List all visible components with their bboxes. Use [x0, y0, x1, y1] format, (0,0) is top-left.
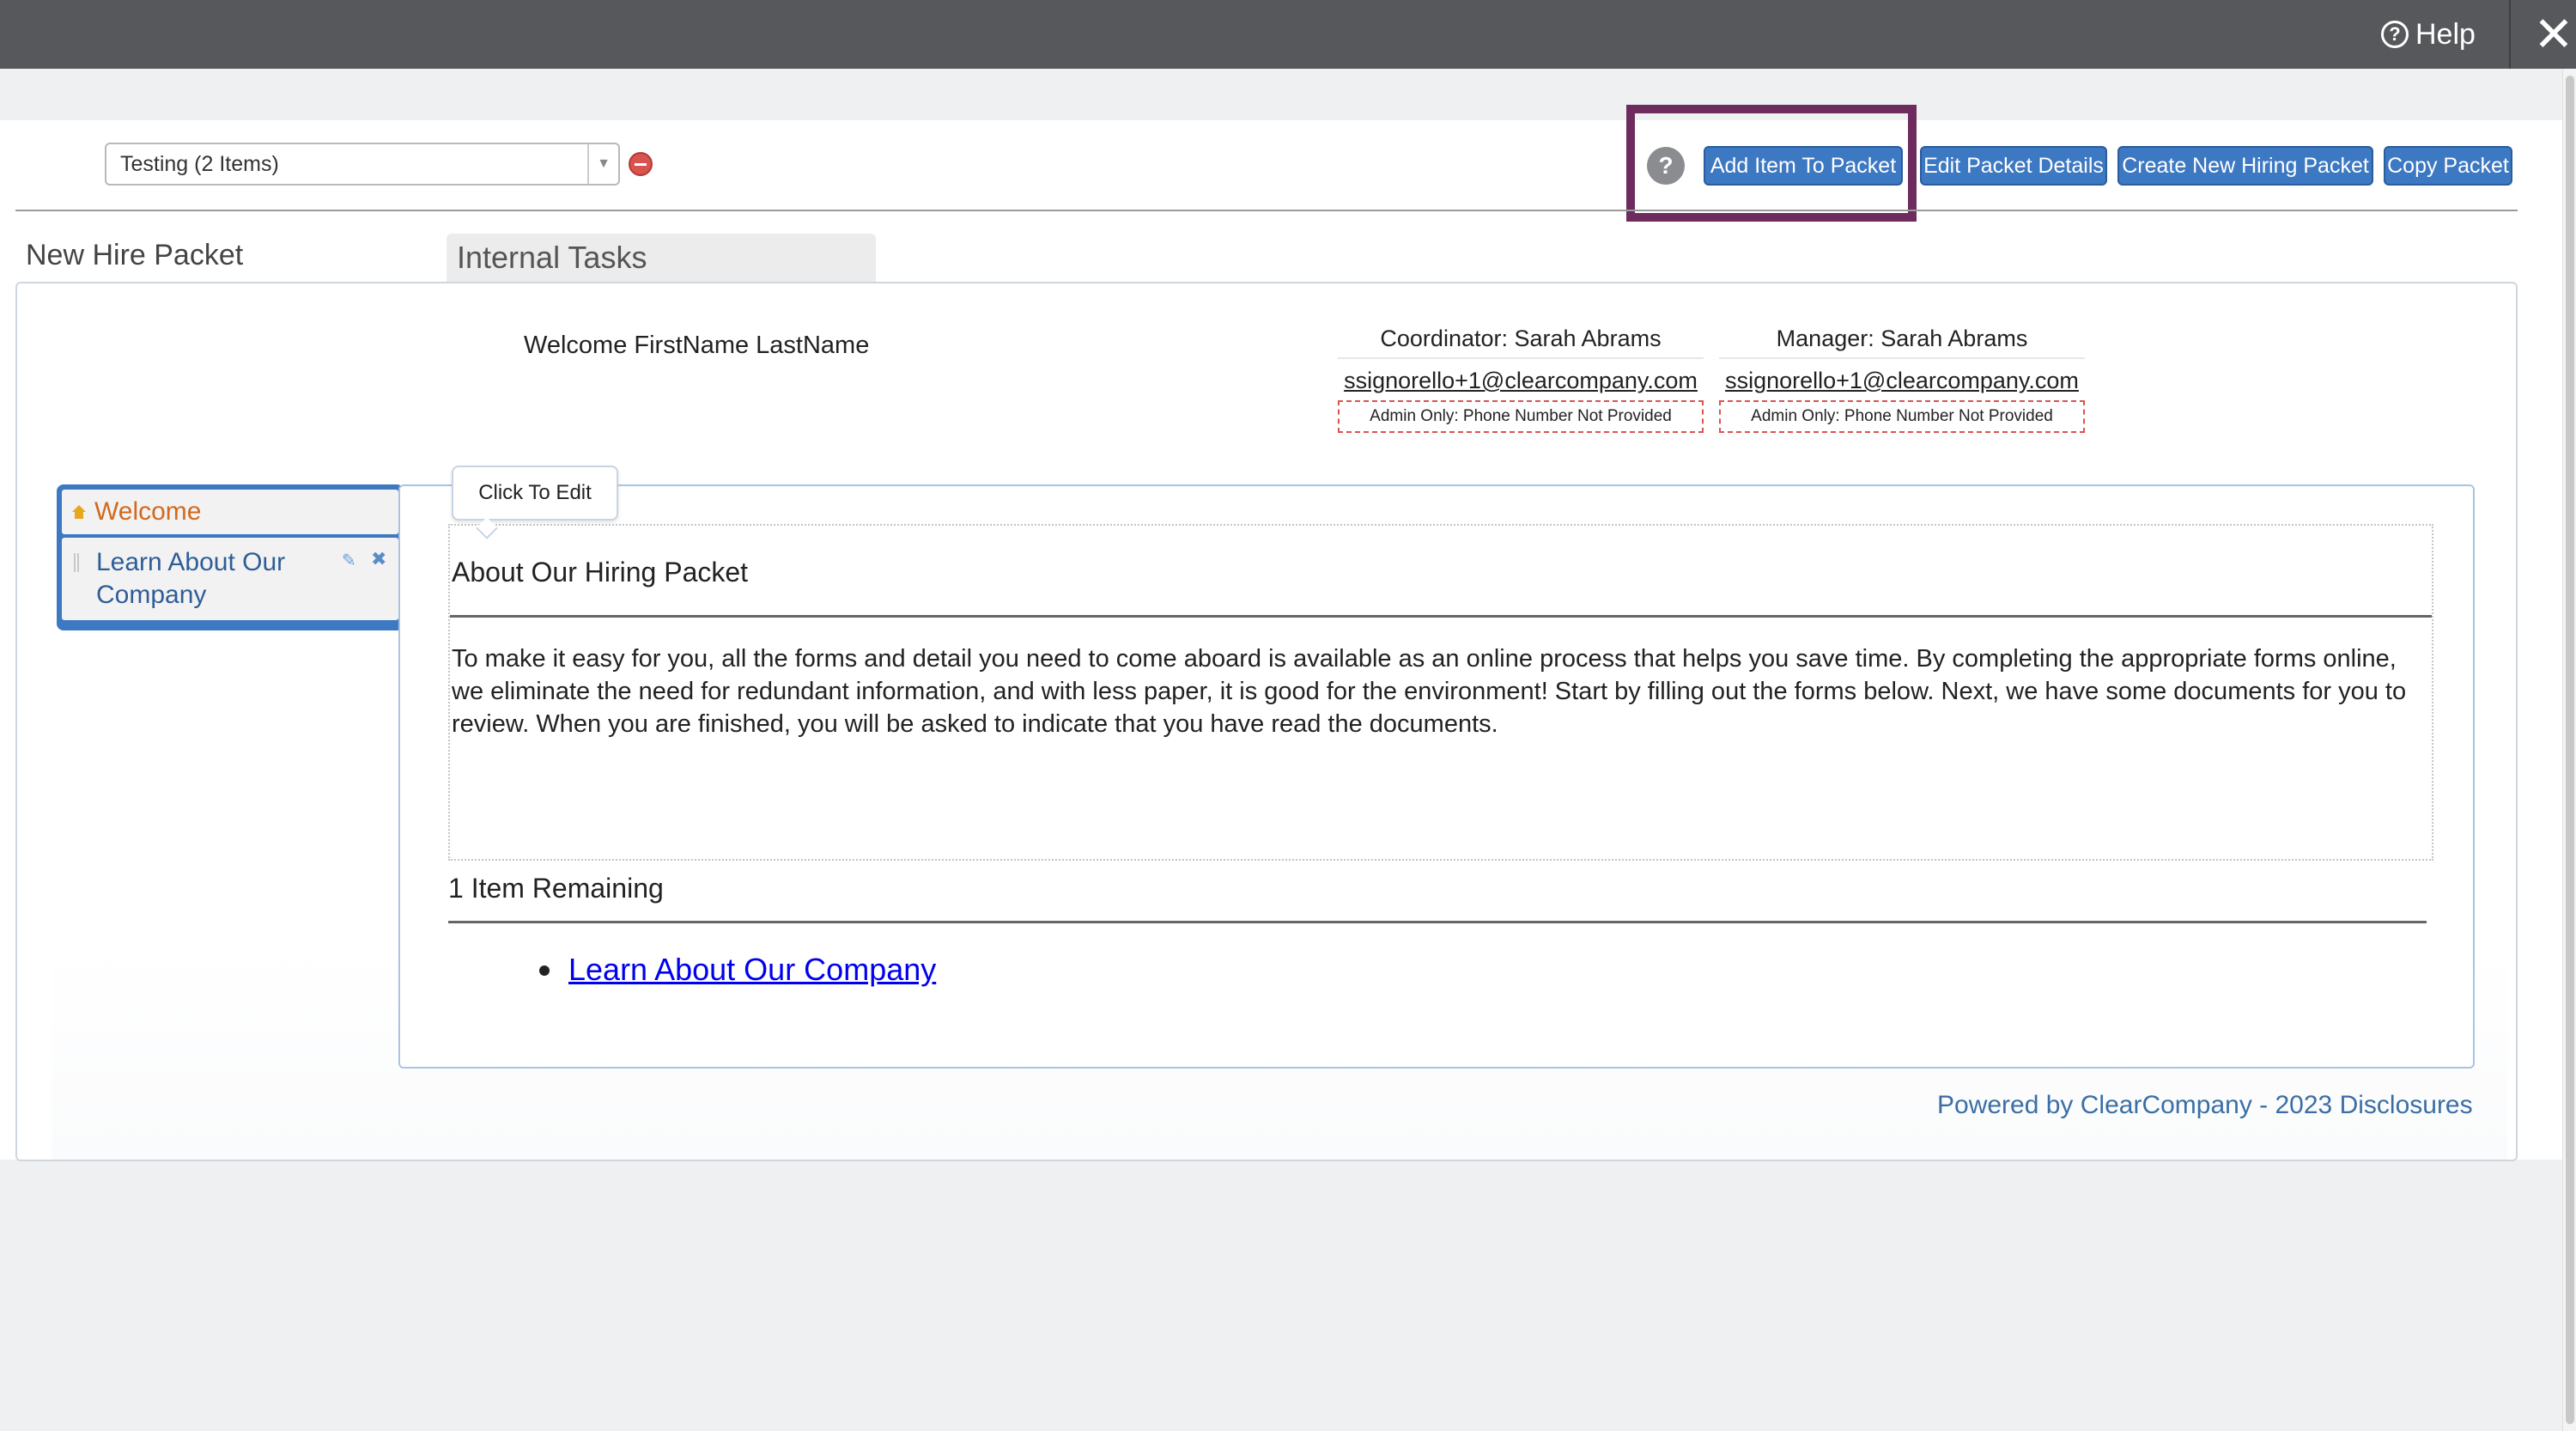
- pencil-icon[interactable]: ✎: [342, 550, 361, 570]
- help-label: Help: [2415, 17, 2476, 51]
- close-icon[interactable]: ✕: [2528, 9, 2576, 60]
- sidebar-item-welcome[interactable]: Welcome: [62, 490, 398, 534]
- list-bullet: [539, 965, 550, 976]
- create-new-hiring-packet-button[interactable]: Create New Hiring Packet: [2117, 146, 2373, 186]
- remaining-item-link[interactable]: Learn About Our Company: [568, 952, 936, 988]
- tab-internal-tasks[interactable]: Internal Tasks: [447, 234, 876, 282]
- topbar-divider: [2509, 0, 2511, 69]
- click-to-edit-tooltip[interactable]: Click To Edit: [452, 466, 618, 521]
- remaining-rule: [448, 921, 2427, 923]
- chevron-down-icon[interactable]: ▼: [587, 144, 618, 184]
- remove-packet-icon[interactable]: [629, 152, 653, 176]
- sidebar-item-label: Learn About Our Company: [96, 548, 286, 609]
- content-body: To make it easy for you, all the forms a…: [452, 645, 2407, 738]
- home-icon: [72, 505, 86, 519]
- drag-handle-icon[interactable]: [74, 553, 79, 572]
- page-scrollbar[interactable]: [2562, 69, 2576, 1431]
- tab-new-hire-packet[interactable]: New Hire Packet: [26, 239, 243, 272]
- title-rule: [450, 615, 2432, 618]
- x-icon[interactable]: ✖: [371, 548, 390, 569]
- packet-sidebar: Welcome Learn About Our Company ✎ ✖: [57, 484, 404, 630]
- coordinator-contact: Coordinator: Sarah Abrams ssignorello+1@…: [1338, 323, 1704, 433]
- packet-select-value: Testing (2 Items): [120, 152, 279, 176]
- top-bar: ? Help ✕: [0, 0, 2576, 69]
- coordinator-phone-notice: Admin Only: Phone Number Not Provided: [1338, 400, 1704, 433]
- packet-select[interactable]: Testing (2 Items) ▼: [105, 143, 620, 186]
- coordinator-role: Coordinator: Sarah Abrams: [1338, 323, 1704, 359]
- toolbar-divider: [15, 210, 2518, 211]
- manager-email-link[interactable]: ssignorello+1@clearcompany.com: [1719, 364, 2085, 397]
- edit-packet-details-button[interactable]: Edit Packet Details: [1920, 146, 2107, 186]
- help-question-icon[interactable]: ?: [1647, 147, 1685, 185]
- help-button[interactable]: ? Help: [2381, 15, 2476, 53]
- copy-packet-button[interactable]: Copy Packet: [2384, 146, 2512, 186]
- sidebar-item-learn-about-our-company[interactable]: Learn About Our Company ✎ ✖: [62, 538, 398, 620]
- remaining-title: 1 Item Remaining: [448, 873, 664, 904]
- manager-phone-notice: Admin Only: Phone Number Not Provided: [1719, 400, 2085, 433]
- footer-link[interactable]: Powered by ClearCompany - 2023 Disclosur…: [1937, 1091, 2473, 1120]
- welcome-greeting: Welcome FirstName LastName: [524, 332, 870, 359]
- manager-role: Manager: Sarah Abrams: [1719, 323, 2085, 359]
- add-item-to-packet-button[interactable]: Add Item To Packet: [1704, 146, 1903, 186]
- coordinator-email-link[interactable]: ssignorello+1@clearcompany.com: [1338, 364, 1704, 397]
- manager-contact: Manager: Sarah Abrams ssignorello+1@clea…: [1719, 323, 2085, 433]
- question-circle-icon: ?: [2381, 21, 2409, 48]
- sidebar-item-label: Welcome: [94, 497, 202, 526]
- scrollbar-thumb[interactable]: [2566, 76, 2574, 1424]
- content-title: About Our Hiring Packet: [452, 557, 749, 588]
